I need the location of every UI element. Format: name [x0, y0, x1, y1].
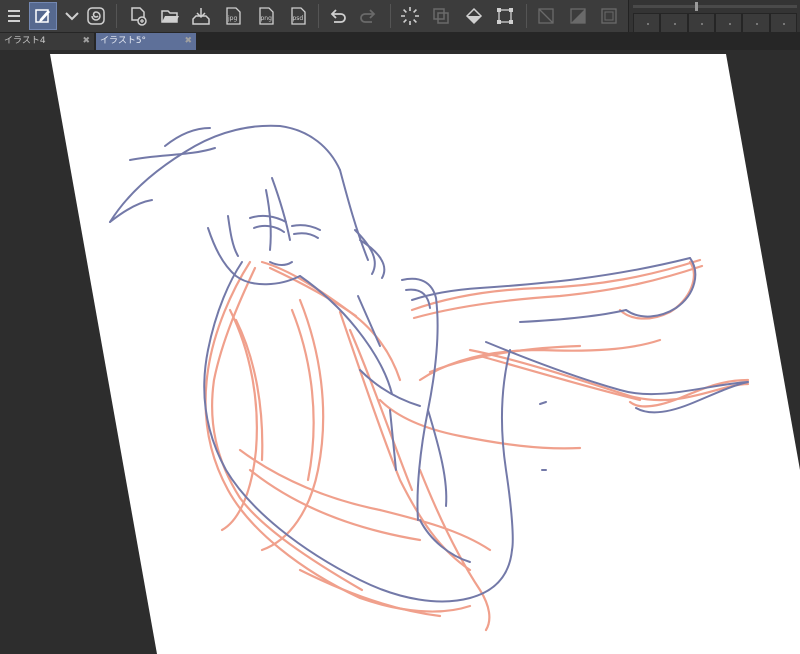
redo-icon	[355, 2, 383, 30]
tab-label: イラスト4	[4, 36, 46, 46]
document-tab-bar: イラスト4 ✖ イラスト5° ✖	[0, 32, 800, 50]
svg-text:psd: psd	[293, 15, 304, 22]
export-png-icon[interactable]: png	[252, 2, 280, 30]
size-preset[interactable]	[633, 13, 661, 33]
clear-selection-icon	[532, 2, 560, 30]
canvas-workspace[interactable]	[0, 50, 800, 654]
export-jpg-icon[interactable]: jpg	[219, 2, 247, 30]
invert-selection-icon	[564, 2, 592, 30]
export-psd-icon[interactable]: psd	[284, 2, 312, 30]
tab-label: イラスト5°	[100, 36, 147, 46]
companion-icon[interactable]	[82, 2, 110, 30]
tab-illust4[interactable]: イラスト4 ✖	[0, 33, 94, 50]
open-folder-icon[interactable]	[156, 2, 184, 30]
menu-icon[interactable]	[0, 2, 28, 30]
brush-size-slider[interactable]	[633, 2, 797, 11]
fill-icon[interactable]	[460, 2, 488, 30]
close-icon[interactable]: ✖	[82, 33, 90, 50]
tab-illust5[interactable]: イラスト5° ✖	[96, 33, 196, 50]
drawing-canvas[interactable]	[0, 50, 800, 654]
size-preset[interactable]	[714, 13, 743, 33]
layer-icon	[427, 2, 455, 30]
svg-text:png: png	[261, 15, 273, 22]
save-icon[interactable]	[187, 2, 215, 30]
loading-icon[interactable]	[396, 2, 424, 30]
slider-knob[interactable]	[695, 2, 698, 11]
size-preset[interactable]	[769, 13, 797, 33]
border-icon	[595, 2, 623, 30]
size-preset[interactable]	[687, 13, 715, 33]
new-canvas-icon[interactable]	[124, 2, 152, 30]
svg-text:jpg: jpg	[227, 15, 237, 22]
size-preset[interactable]	[742, 13, 770, 33]
canvas-paper[interactable]	[50, 54, 800, 654]
size-preset[interactable]	[660, 13, 688, 33]
pen-tool-icon[interactable]	[29, 2, 57, 30]
size-preset-row	[633, 13, 797, 33]
undo-icon[interactable]	[323, 2, 351, 30]
close-icon[interactable]: ✖	[184, 33, 192, 50]
transform-icon[interactable]	[491, 2, 519, 30]
